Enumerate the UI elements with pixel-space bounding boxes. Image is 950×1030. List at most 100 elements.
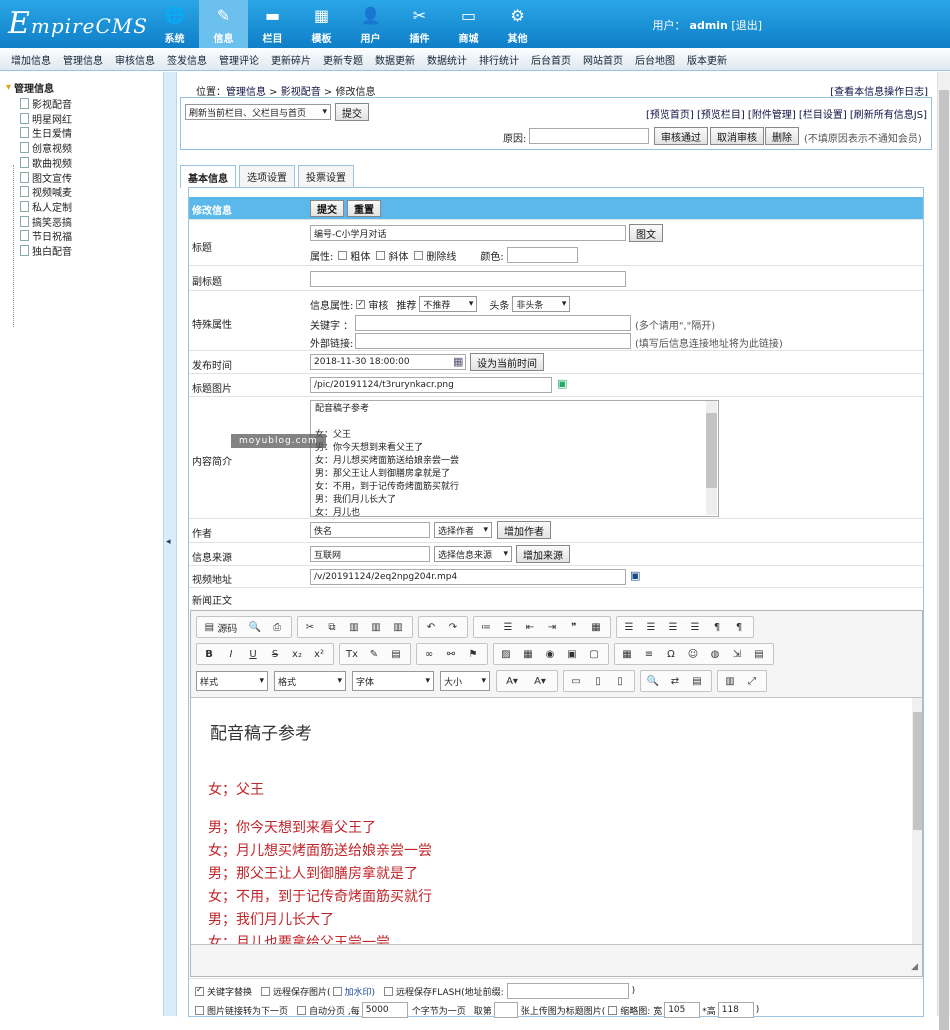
italic-icon[interactable]: I [221,645,241,663]
tab-0[interactable]: 基本信息 [180,165,236,188]
blockquote-icon[interactable]: ❞ [564,618,584,636]
topnav-edit[interactable]: ✎ 信息 [199,0,248,48]
page-scrollbar[interactable] [937,72,950,1030]
link-next-checkbox[interactable] [195,1005,204,1015]
topnav-user[interactable]: 👤 用户 [346,0,395,48]
resize-handle[interactable]: ◢ [911,962,918,972]
title-input[interactable]: 编号-C小学月对话 [310,225,626,241]
subnav-item[interactable]: 管理信息 [63,52,103,67]
remote-flash-checkbox[interactable] [384,986,394,996]
refresh-submit-button[interactable]: 提交 [335,103,369,121]
replace-icon[interactable]: ⇄ [665,672,685,690]
bold-icon[interactable]: B [199,645,219,663]
add-source-button[interactable]: 增加来源 [516,545,570,563]
topnav-globe[interactable]: 🌐 系统 [150,0,199,48]
link-icon[interactable]: ∞ [419,645,439,663]
preview-links[interactable]: [预览首页] [预览栏目] [附件管理] [栏目设置] [刷新所有信息JS] [646,106,927,121]
topnav-template[interactable]: ▦ 模板 [297,0,346,48]
subnav-item[interactable]: 签发信息 [167,52,207,67]
author-select[interactable]: 选择作者 ▾ [434,522,492,538]
subnav-item[interactable]: 网站首页 [583,52,623,67]
align-left-icon[interactable]: ☰ [619,618,639,636]
flash-prefix-input[interactable] [506,983,629,999]
superscript-icon[interactable]: x² [309,645,329,663]
format-select[interactable]: 格式 ▾ [274,671,346,691]
document-icon[interactable]: ▯ [610,672,630,690]
attachment-icon[interactable]: ▢ [584,645,604,663]
logout-link[interactable]: [退出] [731,19,762,32]
source-select[interactable]: 选择信息来源 ▾ [434,546,512,562]
tree-item[interactable]: 独白配音 [20,243,72,258]
audit-checkbox[interactable] [356,299,366,309]
text-color-icon[interactable]: A▾ [499,672,525,690]
tree-item[interactable]: 节日祝福 [20,228,72,243]
pubtime-input[interactable]: 2018-11-30 18:00:00 [310,354,466,370]
sidebar-splitter[interactable]: ◂ [163,72,177,1016]
outdent-icon[interactable]: ⇤ [520,618,540,636]
redo-icon[interactable]: ↷ [443,618,463,636]
add-author-button[interactable]: 增加作者 [497,521,551,539]
paste-word-icon[interactable]: ▥ [388,618,408,636]
video-input[interactable]: /v/20191124/2eq2npg204r.mp4 [310,569,626,585]
bullet-list-icon[interactable]: ☰ [498,618,518,636]
topnav-folder[interactable]: ▬ 栏目 [248,0,297,48]
titlepic-input[interactable]: /pic/20191124/t3rurynkacr.png [310,377,552,393]
tuwen-button[interactable]: 图文 [629,224,663,242]
underline-icon[interactable]: U [243,645,263,663]
tab-1[interactable]: 选项设置 [239,165,295,187]
summary-scrollbar[interactable] [706,401,717,515]
subnav-item[interactable]: 更新碎片 [271,52,311,67]
font-select[interactable]: 字体 ▾ [352,671,434,691]
show-blocks-icon[interactable]: ▥ [720,672,740,690]
topnav-gear[interactable]: ⚙ 其他 [493,0,542,48]
calendar-icon[interactable]: ▦ [453,355,463,368]
topnav-shop[interactable]: ▭ 商城 [444,0,493,48]
subnav-item[interactable]: 排行统计 [479,52,519,67]
subnav-item[interactable]: 后台地图 [635,52,675,67]
editor-content[interactable]: 配音稿子参考 女；父王 男；你今天想到来看父王了 女；月儿想买烤面筋送给娘亲尝一尝男… [191,697,922,945]
collapse-arrow-icon[interactable]: ◂ [166,537,171,547]
refresh-select[interactable]: 刷新当前栏目、父栏目与首页 ▾ [185,104,331,120]
approve-button[interactable]: 审核通过 [654,127,708,145]
subnav-item[interactable]: 审核信息 [115,52,155,67]
find-icon[interactable]: 🔍 [643,672,663,690]
subnav-item[interactable]: 后台首页 [531,52,571,67]
print-icon[interactable]: ⎙ [267,618,287,636]
subnav-item[interactable]: 增加信息 [11,52,51,67]
emoticon-icon[interactable]: ☺ [683,645,703,663]
subnav-item[interactable]: 更新专题 [323,52,363,67]
subnav-item[interactable]: 管理评论 [219,52,259,67]
template-icon[interactable]: ▭ [566,672,586,690]
indent-icon[interactable]: ⇥ [542,618,562,636]
form-submit-button[interactable]: 提交 [310,200,344,217]
brush-icon[interactable]: ✎ [364,645,384,663]
subscript-icon[interactable]: x₂ [287,645,307,663]
tree-item[interactable]: 生日爱情 [20,125,72,140]
source-input[interactable]: 互联网 [310,546,430,562]
multi-image-icon[interactable]: ▦ [518,645,538,663]
topnav-tools[interactable]: ✂ 插件 [395,0,444,48]
copy-format-icon[interactable]: ▤ [386,645,406,663]
autopage-checkbox[interactable] [297,1005,307,1015]
watermark-link[interactable]: 加水印) [345,985,376,998]
rtl-icon[interactable]: ¶ [729,618,749,636]
tree-item[interactable]: 明星网红 [20,111,72,126]
tab-2[interactable]: 投票设置 [298,165,354,187]
title-color-input[interactable] [506,247,578,263]
align-center-icon[interactable]: ☰ [641,618,661,636]
newpage-icon[interactable]: ▯ [588,672,608,690]
image-icon[interactable]: ▨ [496,645,516,663]
tree-item[interactable]: 歌曲视频 [20,155,72,170]
author-input[interactable]: 佚名 [310,522,430,538]
special-char-icon[interactable]: Ω [661,645,681,663]
tree-item[interactable]: 搞笑恶搞 [20,214,72,229]
recommend-select[interactable]: 不推荐 ▾ [419,296,478,312]
subtitle-input[interactable] [310,271,626,287]
tree-item[interactable]: 影视配音 [20,96,72,111]
set-now-button[interactable]: 设为当前时间 [470,353,544,371]
delete-button[interactable]: 删除 [765,127,799,145]
tree-root[interactable]: ▾ 管理信息 [6,80,54,95]
image-picker-icon[interactable]: ▣ [557,377,567,390]
remove-format-icon[interactable]: Tx [342,645,362,663]
headline-select[interactable]: 非头条 ▾ [512,296,571,312]
